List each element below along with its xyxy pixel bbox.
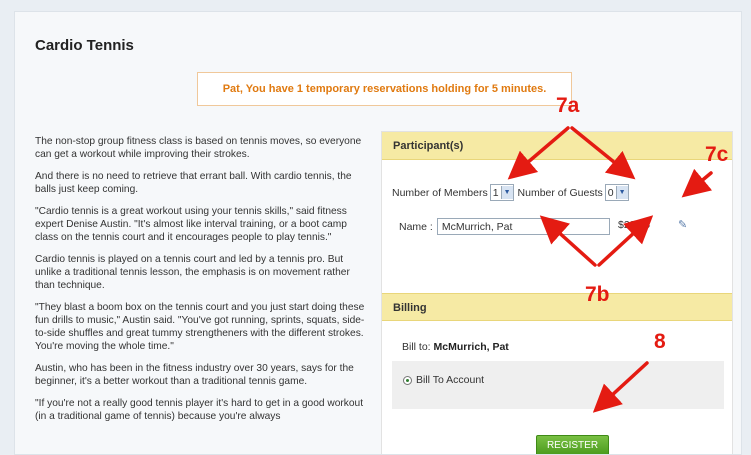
- bill-to-name: McMurrich, Pat: [433, 341, 509, 353]
- page: Cardio Tennis Pat, You have 1 temporary …: [14, 11, 742, 455]
- bill-to-label: Bill to:: [402, 341, 431, 353]
- members-value: 1: [492, 186, 499, 199]
- annotation-7a: 7a: [556, 94, 580, 117]
- chevron-down-icon[interactable]: ▼: [615, 186, 628, 199]
- bill-to: Bill to: McMurrich, Pat: [402, 341, 509, 353]
- billing-options: Bill To Account: [392, 361, 724, 409]
- registration-panel: Participant(s) Number of Members 1 ▼ Num…: [381, 131, 733, 454]
- page-title: Cardio Tennis: [35, 37, 134, 54]
- chevron-down-icon[interactable]: ▼: [500, 186, 513, 199]
- guests-label: Number of Guests: [517, 186, 603, 199]
- bill-to-account-option[interactable]: Bill To Account: [403, 374, 484, 386]
- description-paragraph: "If you're not a really good tennis play…: [35, 398, 364, 422]
- members-label: Number of Members: [392, 186, 488, 199]
- annotation-8: 8: [654, 330, 666, 353]
- class-description: The non-stop group fitness class is base…: [35, 135, 370, 432]
- annotation-7c: 7c: [705, 143, 729, 166]
- description-paragraph: The non-stop group fitness class is base…: [35, 136, 362, 160]
- participant-name-row: Name : McMurrich, Pat: [399, 218, 610, 235]
- description-paragraph: And there is no need to retrieve that er…: [35, 171, 352, 195]
- radio-selected-icon[interactable]: [403, 375, 412, 385]
- guests-value: 0: [607, 186, 614, 199]
- guests-select[interactable]: 0 ▼: [604, 184, 629, 201]
- participants-header: Participant(s): [382, 132, 732, 160]
- name-label: Name :: [399, 220, 433, 233]
- participant-count-row: Number of Members 1 ▼ Number of Guests 0…: [392, 184, 633, 201]
- description-paragraph: Austin, who has been in the fitness indu…: [35, 363, 354, 387]
- reservation-notice: Pat, You have 1 temporary reservations h…: [197, 72, 572, 106]
- members-select[interactable]: 1 ▼: [489, 184, 514, 201]
- bill-to-account-label: Bill To Account: [416, 374, 485, 386]
- annotation-7b: 7b: [585, 283, 610, 306]
- participant-name-field[interactable]: McMurrich, Pat: [436, 218, 610, 235]
- billing-header: Billing: [382, 293, 732, 321]
- description-paragraph: "They blast a boom box on the tennis cou…: [35, 302, 365, 352]
- register-button[interactable]: REGISTER: [536, 435, 609, 454]
- participant-price: $28.25: [618, 219, 651, 231]
- pencil-icon[interactable]: ✎: [678, 218, 687, 231]
- description-paragraph: "Cardio tennis is a great workout using …: [35, 206, 347, 243]
- description-paragraph: Cardio tennis is played on a tennis cour…: [35, 254, 350, 291]
